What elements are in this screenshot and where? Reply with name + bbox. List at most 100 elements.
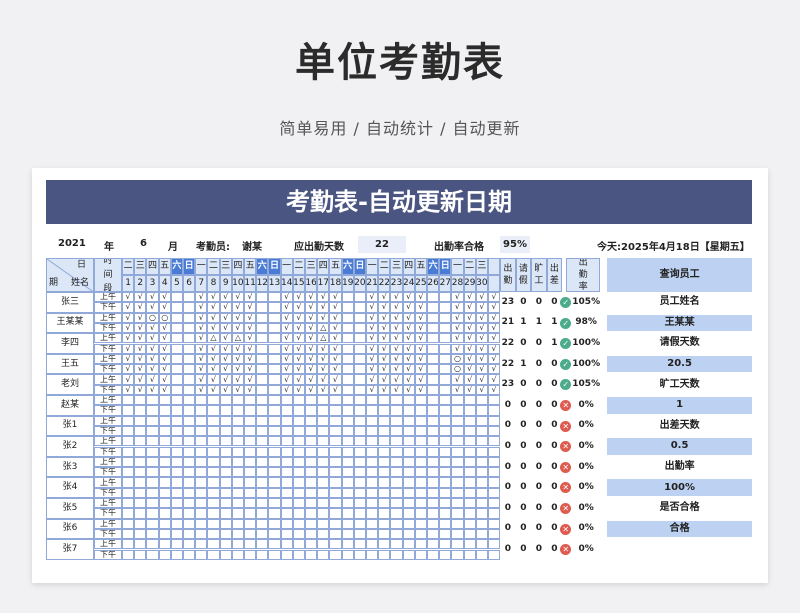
attendance-pm-cell[interactable]: √ (134, 302, 147, 313)
attendance-am-cell[interactable] (292, 539, 305, 550)
attendance-pm-cell[interactable] (195, 446, 208, 457)
attendance-pm-cell[interactable]: √ (329, 364, 342, 375)
attendance-pm-cell[interactable] (170, 302, 183, 313)
attendance-am-cell[interactable]: √ (122, 374, 135, 385)
employee-name-cell[interactable]: 王五 (46, 353, 94, 375)
attendance-am-cell[interactable] (451, 415, 464, 426)
attendance-am-cell[interactable] (427, 436, 440, 447)
attendance-am-cell[interactable]: √ (451, 312, 464, 323)
attendance-am-cell[interactable] (219, 477, 232, 488)
attendance-am-cell[interactable] (219, 539, 232, 550)
attendance-am-cell[interactable] (268, 518, 281, 529)
attendance-am-cell[interactable] (317, 539, 330, 550)
attendance-pm-cell[interactable] (378, 446, 391, 457)
attendance-pm-cell[interactable] (122, 425, 135, 437)
attendance-am-cell[interactable] (268, 436, 281, 447)
attendance-am-cell[interactable] (463, 498, 476, 509)
attendance-pm-cell[interactable]: √ (146, 364, 159, 375)
attendance-am-cell[interactable] (134, 456, 147, 468)
attendance-pm-cell[interactable] (463, 405, 476, 416)
attendance-am-cell[interactable] (390, 456, 403, 468)
attendance-pm-cell[interactable] (475, 487, 488, 498)
attendance-pm-cell[interactable] (170, 528, 183, 540)
attendance-am-cell[interactable] (183, 292, 196, 303)
attendance-am-cell[interactable] (329, 456, 342, 468)
attendance-am-cell[interactable] (402, 415, 415, 426)
attendance-am-cell[interactable]: √ (463, 353, 476, 365)
attendance-am-cell[interactable]: √ (475, 292, 488, 303)
attendance-pm-cell[interactable]: √ (146, 322, 159, 334)
attendance-am-cell[interactable] (158, 395, 171, 406)
attendance-pm-cell[interactable] (256, 508, 269, 519)
attendance-am-cell[interactable] (305, 436, 318, 447)
attendance-pm-cell[interactable] (427, 322, 440, 334)
employee-name-cell[interactable]: 张2 (46, 436, 94, 457)
query-panel-item[interactable]: 0.5 (607, 438, 752, 455)
attendance-pm-cell[interactable] (475, 549, 488, 560)
attendance-pm-cell[interactable] (353, 467, 366, 478)
attendance-pm-cell[interactable] (219, 508, 232, 519)
attendance-pm-cell[interactable]: √ (463, 343, 476, 354)
attendance-pm-cell[interactable] (244, 446, 257, 457)
attendance-am-cell[interactable]: √ (231, 353, 244, 365)
attendance-pm-cell[interactable] (183, 446, 196, 457)
attendance-am-cell[interactable] (366, 415, 379, 426)
attendance-pm-cell[interactable] (256, 446, 269, 457)
attendance-pm-cell[interactable] (170, 322, 183, 334)
attendance-pm-cell[interactable] (183, 508, 196, 519)
attendance-am-cell[interactable] (353, 436, 366, 447)
attendance-pm-cell[interactable]: √ (317, 343, 330, 354)
attendance-pm-cell[interactable]: √ (195, 322, 208, 334)
attendance-pm-cell[interactable] (366, 508, 379, 519)
attendance-am-cell[interactable]: √ (244, 374, 257, 385)
attendance-pm-cell[interactable] (402, 508, 415, 519)
attendance-pm-cell[interactable] (414, 549, 427, 560)
attendance-pm-cell[interactable]: √ (378, 343, 391, 354)
attendance-am-cell[interactable] (488, 498, 501, 509)
attendance-am-cell[interactable]: √ (219, 292, 232, 303)
attendance-am-cell[interactable]: √ (146, 292, 159, 303)
attendance-am-cell[interactable]: √ (244, 292, 257, 303)
attendance-pm-cell[interactable]: √ (244, 364, 257, 375)
attendance-am-cell[interactable] (378, 477, 391, 488)
attendance-pm-cell[interactable] (488, 508, 501, 519)
attendance-pm-cell[interactable] (170, 343, 183, 354)
attendance-pm-cell[interactable] (390, 549, 403, 560)
attendance-am-cell[interactable] (256, 539, 269, 550)
attendance-pm-cell[interactable] (390, 508, 403, 519)
attendance-am-cell[interactable] (134, 477, 147, 488)
attendance-am-cell[interactable] (414, 539, 427, 550)
attendance-pm-cell[interactable]: √ (219, 302, 232, 313)
attendance-pm-cell[interactable]: √ (414, 302, 427, 313)
attendance-am-cell[interactable] (244, 436, 257, 447)
attendance-am-cell[interactable]: √ (292, 374, 305, 385)
attendance-am-cell[interactable] (256, 415, 269, 426)
attendance-am-cell[interactable] (268, 312, 281, 323)
attendance-am-cell[interactable] (427, 292, 440, 303)
attendance-am-cell[interactable] (256, 333, 269, 344)
attendance-pm-cell[interactable] (183, 549, 196, 560)
attendance-am-cell[interactable] (475, 395, 488, 406)
attendance-am-cell[interactable] (341, 415, 354, 426)
attendance-am-cell[interactable] (292, 456, 305, 468)
attendance-pm-cell[interactable] (122, 446, 135, 457)
attendance-pm-cell[interactable]: √ (219, 322, 232, 334)
attendance-pm-cell[interactable]: √ (280, 343, 293, 354)
attendance-am-cell[interactable]: √ (488, 312, 501, 323)
attendance-am-cell[interactable] (256, 498, 269, 509)
attendance-am-cell[interactable] (244, 539, 257, 550)
attendance-pm-cell[interactable]: √ (414, 343, 427, 354)
attendance-pm-cell[interactable] (170, 508, 183, 519)
attendance-pm-cell[interactable]: √ (305, 384, 318, 395)
attendance-am-cell[interactable] (329, 415, 342, 426)
attendance-pm-cell[interactable]: √ (231, 302, 244, 313)
attendance-am-cell[interactable] (463, 395, 476, 406)
attendance-pm-cell[interactable]: √ (488, 302, 501, 313)
attendance-am-cell[interactable] (146, 436, 159, 447)
attendance-pm-cell[interactable] (317, 549, 330, 560)
attendance-am-cell[interactable] (439, 456, 452, 468)
attendance-pm-cell[interactable] (170, 405, 183, 416)
attendance-pm-cell[interactable] (292, 446, 305, 457)
attendance-pm-cell[interactable]: √ (402, 302, 415, 313)
attendance-pm-cell[interactable] (353, 549, 366, 560)
